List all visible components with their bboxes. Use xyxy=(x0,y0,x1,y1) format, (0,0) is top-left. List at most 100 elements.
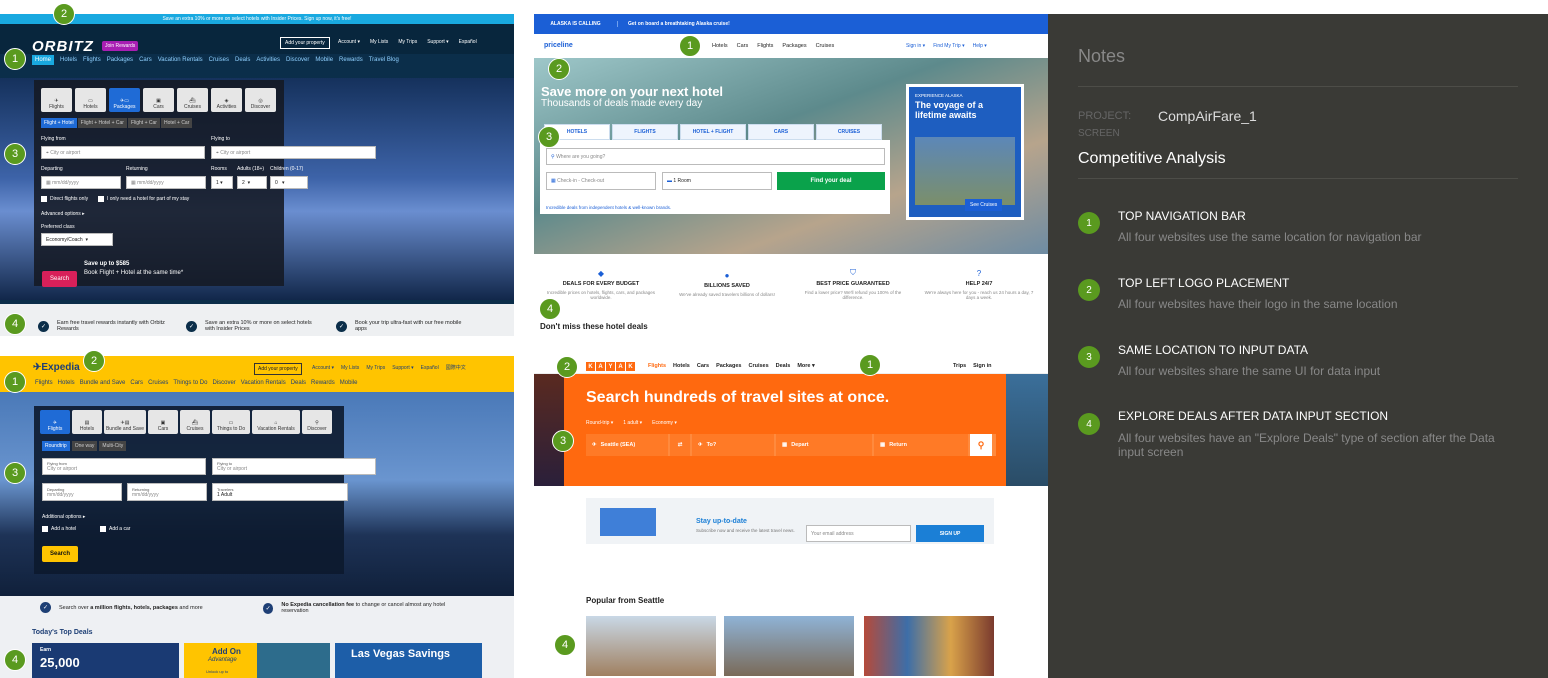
nav-things-to-do[interactable]: Things to Do xyxy=(173,380,207,386)
nav-hotels[interactable]: Hotels xyxy=(673,363,690,369)
sign-in-link[interactable]: Sign in xyxy=(973,363,991,369)
multi-city-tab[interactable]: Multi-City xyxy=(99,441,127,451)
tab-cars[interactable]: CARS xyxy=(748,124,814,140)
destination-input[interactable]: ⚲ Where are you going? xyxy=(546,148,885,165)
departing-input[interactable]: Departing mm/dd/yyyy xyxy=(42,483,122,501)
nav-packages[interactable]: Packages xyxy=(716,363,741,369)
tab-cruises[interactable]: ⛴ Cruises xyxy=(180,410,210,434)
flying-from-input[interactable]: ⌖ City or airport xyxy=(41,146,205,159)
nav-vacation-rentals[interactable]: Vacation Rentals xyxy=(241,380,286,386)
subtab-flight-hotel-car[interactable]: Flight + Hotel + Car xyxy=(77,118,127,128)
tab-hotels[interactable]: ▭ Hotels xyxy=(75,88,106,112)
roundtrip-tab[interactable]: Roundtrip xyxy=(42,441,70,451)
london-photo[interactable] xyxy=(724,616,854,676)
nav-deals[interactable]: Deals xyxy=(291,380,306,386)
dates-input[interactable]: ▦ Check-in - Check-out xyxy=(546,172,656,190)
help-link[interactable]: Help ▾ xyxy=(973,43,987,49)
expedia-logo[interactable]: ✈Expedia xyxy=(33,362,80,373)
cabin-select[interactable]: Economy ▾ xyxy=(652,420,677,426)
checkbox[interactable] xyxy=(42,526,48,532)
tab-vacation-rentals[interactable]: ⌂ Vacation Rentals xyxy=(252,410,300,434)
nav-vacation-rentals[interactable]: Vacation Rentals xyxy=(158,57,203,63)
nav-cars[interactable]: Cars xyxy=(737,43,749,49)
nav-cruises[interactable]: Cruises xyxy=(148,380,168,386)
origin-input[interactable]: ✈ Seattle (SEA) xyxy=(586,434,668,456)
amsterdam-photo[interactable] xyxy=(864,616,994,676)
lists-link[interactable]: My Lists xyxy=(341,365,359,371)
nav-hotels[interactable]: Hotels xyxy=(712,43,728,49)
flying-from-input[interactable]: Flying from City or airport xyxy=(42,458,206,475)
nav-flights[interactable]: Flights xyxy=(83,57,101,63)
chinese-link[interactable]: 國際中文 xyxy=(446,364,466,371)
flying-to-input[interactable]: ⌖ City or airport xyxy=(211,146,376,159)
nav-more[interactable]: More ▾ xyxy=(797,363,814,369)
nav-packages[interactable]: Packages xyxy=(782,43,806,49)
adults-select[interactable]: 2 ▾ xyxy=(237,176,267,189)
nav-hotels[interactable]: Hotels xyxy=(58,380,75,386)
nav-bundle[interactable]: Bundle and Save xyxy=(80,380,126,386)
subtab-flight-hotel[interactable]: Flight + Hotel xyxy=(41,118,77,128)
join-rewards-button[interactable]: Join Rewards xyxy=(102,41,139,51)
search-button[interactable]: Search xyxy=(42,271,78,287)
nav-home[interactable]: Home xyxy=(32,55,55,65)
nav-flights[interactable]: Flights xyxy=(35,380,53,386)
sign-in-link[interactable]: Sign in ▾ xyxy=(906,43,925,49)
subtab-flight-car[interactable]: Flight + Car xyxy=(127,118,160,128)
add-property-button[interactable]: Add your property xyxy=(280,37,330,49)
nav-travel-blog[interactable]: Travel Blog xyxy=(369,57,399,63)
rewards-deal-card[interactable]: Earn 25,000 xyxy=(32,643,179,678)
nav-deals[interactable]: Deals xyxy=(776,363,791,369)
kayak-logo[interactable]: K A Y A K xyxy=(586,362,635,371)
tab-bundle[interactable]: ✈▤ Bundle and Save xyxy=(104,410,146,434)
passengers-select[interactable]: 1 adult ▾ xyxy=(623,420,642,426)
las-vegas-deal-card[interactable]: Las Vegas Savings xyxy=(335,643,482,678)
search-button[interactable]: Search xyxy=(42,546,79,562)
nav-rewards[interactable]: Rewards xyxy=(339,57,363,63)
search-button[interactable]: ⚲ xyxy=(970,434,992,456)
add-property-button[interactable]: Add your property xyxy=(254,363,302,375)
nav-cars[interactable]: Cars xyxy=(139,57,152,63)
add-car-option[interactable]: Add a car xyxy=(100,526,130,532)
support-link[interactable]: Support ▾ xyxy=(392,365,413,371)
children-select[interactable]: 0 ▾ xyxy=(270,176,308,189)
checkbox[interactable] xyxy=(41,196,47,202)
nav-cars[interactable]: Cars xyxy=(130,380,143,386)
nav-deals[interactable]: Deals xyxy=(235,57,250,63)
nav-cruises[interactable]: Cruises xyxy=(209,57,229,63)
alaska-promo-card[interactable]: EXPERIENCE ALASKA The voyage of a lifeti… xyxy=(906,84,1024,220)
see-cruises-button[interactable]: See Cruises xyxy=(965,199,1003,211)
promo-text[interactable]: Save an extra 10% or more on select hote… xyxy=(162,16,351,22)
one-way-tab[interactable]: One way xyxy=(71,441,98,451)
tab-hotels[interactable]: ▤ Hotels xyxy=(72,410,102,434)
class-select[interactable]: Economy/Coach ▾ xyxy=(41,233,113,246)
tab-cruises[interactable]: CRUISES xyxy=(816,124,882,140)
add-hotel-option[interactable]: Add a hotel xyxy=(42,526,76,532)
rooms-select[interactable]: 1 ▾ xyxy=(211,176,233,189)
priceline-logo[interactable]: priceline xyxy=(544,42,573,49)
tab-activities[interactable]: ◈ Activities xyxy=(211,88,242,112)
nav-flights[interactable]: Flights xyxy=(757,43,773,49)
nav-cars[interactable]: Cars xyxy=(697,363,709,369)
flying-to-input[interactable]: Flying to City or airport xyxy=(212,458,376,475)
tab-packages[interactable]: ✈▭ Packages xyxy=(109,88,140,112)
tab-flights[interactable]: ✈ Flights xyxy=(41,88,72,112)
departing-input[interactable]: ▦ mm/dd/yyyy xyxy=(41,176,121,189)
language-link[interactable]: Español xyxy=(459,39,477,45)
find-trip-link[interactable]: Find My Trip ▾ xyxy=(933,43,964,49)
tab-discover[interactable]: ⚲ Discover xyxy=(302,410,332,434)
trips-link[interactable]: My Trips xyxy=(398,39,417,45)
nav-packages[interactable]: Packages xyxy=(107,57,133,63)
add-on-deal-card[interactable]: Add On Advantage Unlock up to xyxy=(184,643,330,678)
depart-input[interactable]: ▦ Depart xyxy=(776,434,872,456)
find-deal-button[interactable]: Find your deal xyxy=(777,172,885,190)
orbitz-logo[interactable]: ORBITZ xyxy=(32,38,94,55)
account-link[interactable]: Account ▾ xyxy=(338,39,360,45)
trips-link[interactable]: Trips xyxy=(953,363,966,369)
language-link[interactable]: Español xyxy=(421,365,439,371)
nav-flights[interactable]: Flights xyxy=(648,363,666,369)
swap-icon[interactable]: ⇄ xyxy=(670,434,690,456)
tab-cars[interactable]: ▣ Cars xyxy=(143,88,174,112)
additional-options-link[interactable]: Additional options ▸ xyxy=(42,514,85,520)
checkbox[interactable] xyxy=(100,526,106,532)
returning-input[interactable]: ▦ mm/dd/yyyy xyxy=(126,176,206,189)
